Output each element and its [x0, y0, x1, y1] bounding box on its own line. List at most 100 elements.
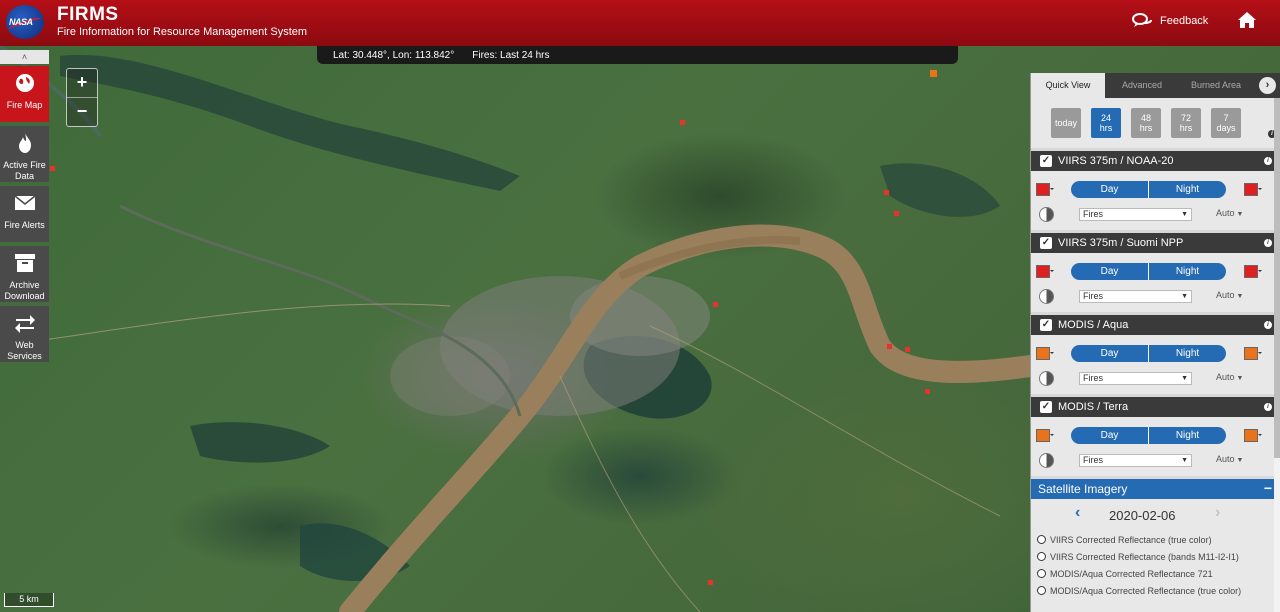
layer-viirs-suomi-npp: ✓ VIIRS 375m / Suomi NPP i Day Night Fir…	[1031, 233, 1280, 312]
app-title[interactable]: FIRMS	[57, 4, 119, 26]
day-button[interactable]: Day	[1071, 427, 1148, 444]
day-color-swatch[interactable]	[1036, 183, 1054, 196]
info-icon[interactable]: i	[1264, 321, 1272, 329]
fire-type-select[interactable]: Fires	[1079, 372, 1192, 385]
feedback-button[interactable]: Feedback	[1132, 13, 1208, 29]
zoom-out-button[interactable]: −	[67, 97, 97, 125]
night-button[interactable]: Night	[1148, 345, 1226, 362]
nav-fire-alerts[interactable]: Fire Alerts	[0, 186, 49, 242]
radio-button[interactable]	[1037, 552, 1046, 561]
imagery-option[interactable]: VIIRS Corrected Reflectance (true color)	[1031, 531, 1280, 548]
fire-hotspot[interactable]	[680, 120, 685, 125]
fire-type-select[interactable]: Fires	[1079, 208, 1192, 221]
satellite-imagery-header[interactable]: Satellite Imagery −	[1031, 479, 1280, 499]
left-sidebar: ˄ Fire Map Active Fire Data Fire Alerts …	[0, 50, 49, 362]
home-icon[interactable]	[1237, 11, 1257, 29]
layer-checkbox[interactable]: ✓	[1040, 319, 1052, 331]
satellite-imagery-section: ‹ 2020-02-06 › VIIRS Corrected Reflectan…	[1031, 499, 1280, 612]
nav-archive-download[interactable]: Archive Download	[0, 246, 49, 302]
nasa-logo[interactable]: NASA	[6, 5, 44, 39]
fire-hotspot[interactable]	[713, 302, 718, 307]
info-icon[interactable]: i	[1264, 239, 1272, 247]
day-button[interactable]: Day	[1071, 345, 1148, 362]
night-color-swatch[interactable]	[1244, 429, 1262, 442]
radio-button[interactable]	[1037, 569, 1046, 578]
radio-button[interactable]	[1037, 586, 1046, 595]
night-button[interactable]: Night	[1148, 427, 1226, 444]
size-auto-select[interactable]: Auto	[1216, 290, 1243, 300]
fire-hotspot[interactable]	[930, 70, 937, 77]
collapse-sidebar-button[interactable]: ˄	[0, 50, 49, 64]
size-auto-select[interactable]: Auto	[1216, 208, 1243, 218]
night-color-swatch[interactable]	[1244, 183, 1262, 196]
layer-checkbox[interactable]: ✓	[1040, 401, 1052, 413]
imagery-option[interactable]: MODIS/Aqua Corrected Reflectance (true c…	[1031, 582, 1280, 599]
date-selector: ‹ 2020-02-06 ›	[1031, 499, 1280, 531]
imagery-option[interactable]: VIIRS Corrected Reflectance (bands M11-I…	[1031, 548, 1280, 565]
time-24hrs-button[interactable]: 24 hrs	[1091, 108, 1121, 138]
fire-hotspot[interactable]	[925, 389, 930, 394]
zoom-in-button[interactable]: +	[67, 69, 97, 97]
info-icon[interactable]: i	[1264, 403, 1272, 411]
imagery-option[interactable]: MODIS/Aqua Corrected Reflectance 721	[1031, 565, 1280, 582]
tab-advanced[interactable]: Advanced	[1105, 73, 1179, 98]
time-72hrs-button[interactable]: 72 hrs	[1171, 108, 1201, 138]
day-color-swatch[interactable]	[1036, 429, 1054, 442]
fire-type-select[interactable]: Fires	[1079, 454, 1192, 467]
night-color-swatch[interactable]	[1244, 347, 1262, 360]
size-auto-select[interactable]: Auto	[1216, 454, 1243, 464]
night-color-swatch[interactable]	[1244, 265, 1262, 278]
time-48hrs-button[interactable]: 48 hrs	[1131, 108, 1161, 138]
panel-scrollbar[interactable]	[1274, 98, 1280, 612]
night-button[interactable]: Night	[1148, 263, 1226, 280]
fire-hotspot[interactable]	[884, 190, 889, 195]
nav-label: Web Services	[7, 340, 42, 361]
day-color-swatch[interactable]	[1036, 347, 1054, 360]
time-today-button[interactable]: today	[1051, 108, 1081, 138]
layer-header: ✓ VIIRS 375m / NOAA-20 i	[1031, 151, 1280, 171]
collapse-section-button[interactable]: −	[1264, 480, 1272, 496]
time-7days-button[interactable]: 7 days	[1211, 108, 1241, 138]
layer-title: MODIS / Terra	[1058, 401, 1129, 413]
time-range-selector: today 24 hrs 48 hrs 72 hrs 7 days i	[1031, 98, 1280, 148]
nav-web-services[interactable]: Web Services	[0, 306, 49, 362]
day-color-swatch[interactable]	[1036, 265, 1054, 278]
nav-active-fire-data[interactable]: Active Fire Data	[0, 126, 49, 182]
day-button[interactable]: Day	[1071, 181, 1148, 198]
envelope-icon	[14, 195, 35, 210]
chevron-left-icon[interactable]: ‹	[1075, 504, 1080, 522]
opacity-icon[interactable]	[1039, 289, 1054, 304]
fires-range: Fires: Last 24 hrs	[472, 49, 550, 61]
fire-hotspot[interactable]	[894, 211, 899, 216]
layer-title: VIIRS 375m / NOAA-20	[1058, 155, 1174, 167]
nav-label: Fire Map	[6, 100, 43, 110]
opacity-icon[interactable]	[1039, 371, 1054, 386]
fire-type-select[interactable]: Fires	[1079, 290, 1192, 303]
lat-lon: Lat: 30.448°, Lon: 113.842°	[333, 49, 455, 61]
nav-fire-map[interactable]: Fire Map	[0, 66, 49, 122]
chevron-right-icon[interactable]: ›	[1259, 77, 1276, 94]
layer-checkbox[interactable]: ✓	[1040, 155, 1052, 167]
layer-title: VIIRS 375m / Suomi NPP	[1058, 237, 1184, 249]
chevron-right-icon: ›	[1215, 504, 1221, 521]
fire-hotspot[interactable]	[905, 347, 910, 352]
scale-bar: 5 km	[4, 593, 54, 607]
opacity-icon[interactable]	[1039, 453, 1054, 468]
fire-hotspot[interactable]	[708, 580, 713, 585]
fire-hotspot[interactable]	[50, 166, 55, 171]
zoom-control: + −	[66, 68, 98, 127]
night-button[interactable]: Night	[1148, 181, 1226, 198]
feedback-label: Feedback	[1160, 15, 1209, 27]
radio-button[interactable]	[1037, 535, 1046, 544]
tab-quick-view[interactable]: Quick View	[1031, 73, 1105, 98]
day-button[interactable]: Day	[1071, 263, 1148, 280]
opacity-icon[interactable]	[1039, 207, 1054, 222]
size-auto-select[interactable]: Auto	[1216, 372, 1243, 382]
layer-viirs-noaa20: ✓ VIIRS 375m / NOAA-20 i Day Night Fires…	[1031, 151, 1280, 230]
info-icon[interactable]: i	[1264, 157, 1272, 165]
day-night-toggle: Day Night	[1071, 181, 1226, 198]
scrollbar-thumb[interactable]	[1274, 98, 1280, 458]
fire-hotspot[interactable]	[887, 344, 892, 349]
layer-checkbox[interactable]: ✓	[1040, 237, 1052, 249]
tab-burned-area[interactable]: Burned Area	[1179, 73, 1253, 98]
